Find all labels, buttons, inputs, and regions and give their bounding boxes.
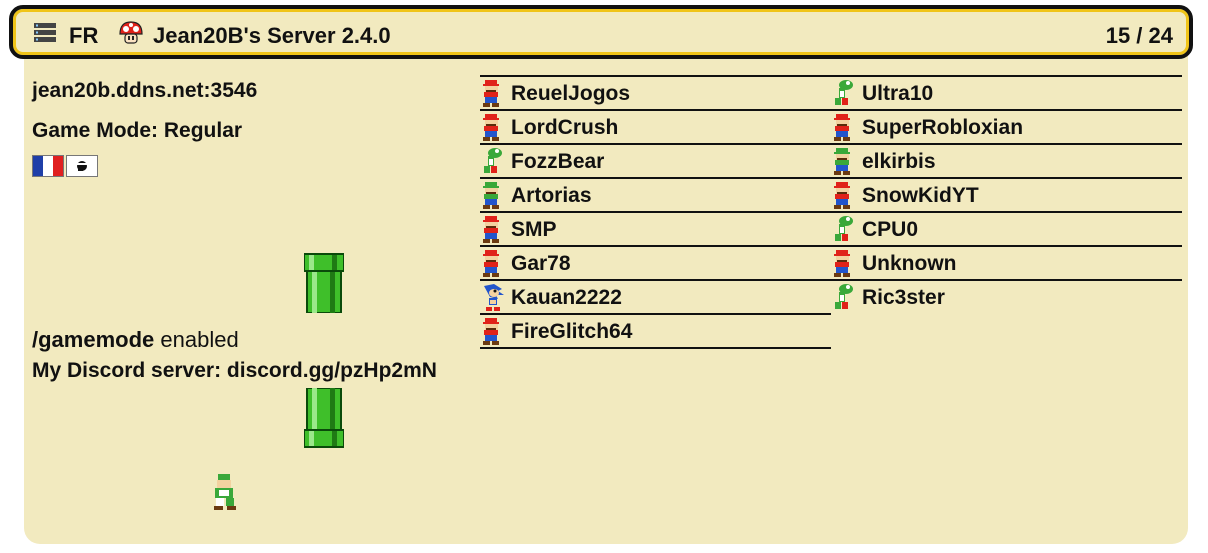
server-title: Jean20B's Server 2.4.0	[153, 23, 391, 48]
player-entry[interactable]: SMP	[480, 211, 831, 245]
player-entry[interactable]: Gar78	[480, 245, 831, 279]
player-entry[interactable]: Unknown	[831, 245, 1182, 279]
player-name: CPU0	[862, 218, 919, 241]
yoshi-icon	[480, 147, 506, 180]
server-address[interactable]: jean20b.ddns.net:3546	[32, 79, 257, 103]
player-name: Ric3ster	[862, 286, 945, 309]
luigi-sprite	[212, 472, 238, 517]
player-entry[interactable]: Ultra10	[831, 75, 1182, 109]
yoshi-icon	[831, 79, 857, 112]
game-mode: Game Mode: Regular	[32, 119, 243, 142]
player-name: LordCrush	[511, 116, 619, 139]
player-count: 15 / 24	[1105, 23, 1173, 48]
pipe-bottom	[303, 387, 345, 453]
player-entry[interactable]: FireGlitch64	[480, 313, 831, 349]
player-name: Ultra10	[862, 82, 934, 105]
player-entry[interactable]: SnowKidYT	[831, 177, 1182, 211]
gamemode-command: /gamemode	[32, 327, 155, 352]
yoshi-icon	[831, 215, 857, 248]
france-flag	[32, 155, 64, 177]
player-entry[interactable]: Artorias	[480, 177, 831, 211]
player-entry[interactable]: elkirbis	[831, 143, 1182, 177]
player-name: SnowKidYT	[862, 184, 979, 207]
player-entry[interactable]: SuperRobloxian	[831, 109, 1182, 143]
player-name: Artorias	[511, 184, 592, 207]
mushroom-icon	[118, 21, 144, 50]
player-list: ReuelJogos Ultra10 LordCrush SuperRobloxian…	[480, 75, 1182, 349]
mario-icon	[480, 317, 504, 352]
player-name: elkirbis	[862, 150, 936, 173]
gamemode-status: enabled	[154, 327, 239, 352]
player-entry[interactable]: CPU0	[831, 211, 1182, 245]
player-entry[interactable]: LordCrush	[480, 109, 831, 143]
player-name: ReuelJogos	[511, 82, 631, 105]
player-name: FozzBear	[511, 150, 605, 173]
discord-link[interactable]: My Discord server: discord.gg/pzHp2mN	[32, 359, 437, 383]
player-name: SMP	[511, 218, 557, 241]
server-icon	[34, 23, 56, 48]
player-entry[interactable]: FozzBear	[480, 143, 831, 177]
player-name: Gar78	[511, 252, 571, 275]
player-name: Kauan2222	[511, 286, 622, 309]
flags	[32, 155, 98, 177]
player-entry[interactable]: Ric3ster	[831, 279, 1182, 313]
gamemode-notice: /gamemode enabled	[32, 327, 239, 353]
yoshi-icon	[831, 283, 857, 316]
pipe-top	[303, 253, 345, 318]
player-name: FireGlitch64	[511, 320, 633, 343]
corsica-flag	[66, 155, 98, 177]
server-region: FR	[69, 23, 99, 48]
player-entry[interactable]: ReuelJogos	[480, 75, 831, 109]
player-name: SuperRobloxian	[862, 116, 1024, 139]
player-entry[interactable]: Kauan2222	[480, 279, 831, 313]
server-header[interactable]: FR Jean20B's Server 2.4.0 15 / 24	[9, 5, 1193, 59]
player-name: Unknown	[862, 252, 957, 275]
